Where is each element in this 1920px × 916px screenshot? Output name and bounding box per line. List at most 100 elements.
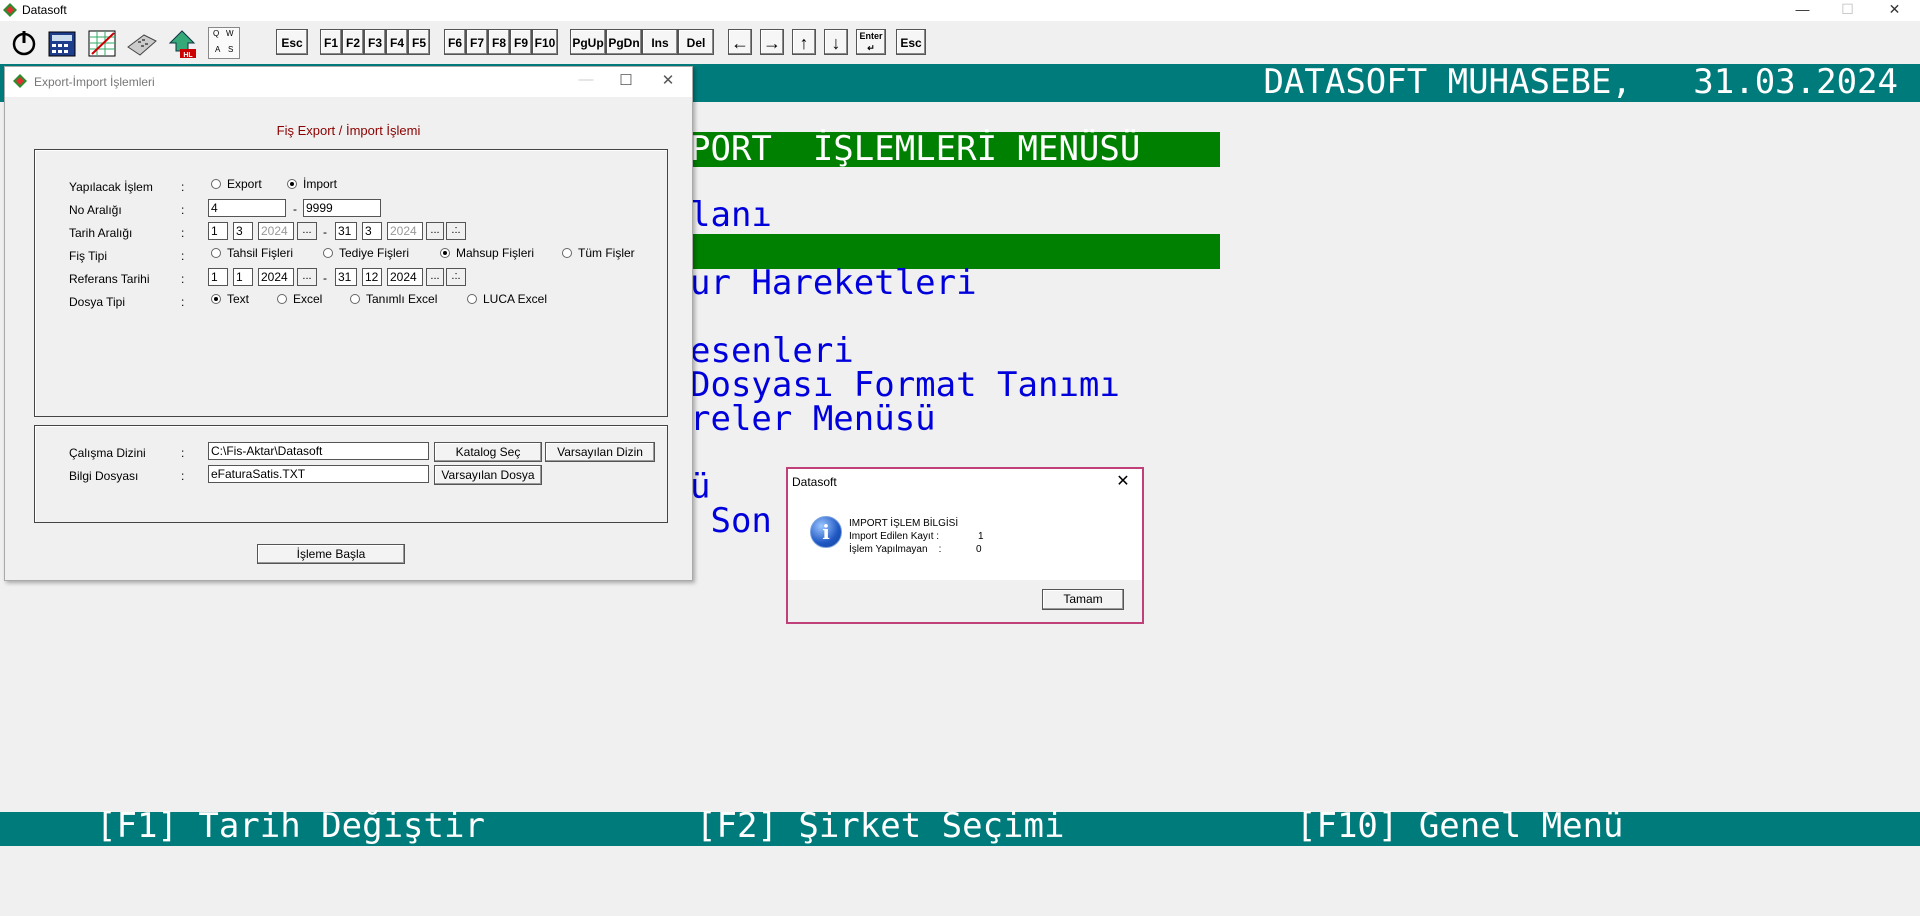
- dialog-body: [788, 495, 1142, 580]
- referans-from-month[interactable]: 1: [233, 268, 253, 286]
- bilgi-input[interactable]: eFaturaSatis.TXT: [208, 465, 429, 483]
- export-radio-label: Export: [227, 177, 262, 191]
- referans-from-year[interactable]: 2024: [258, 268, 294, 286]
- tum-fisler-radio[interactable]: [562, 248, 572, 258]
- maximize-button[interactable]: ☐: [1825, 0, 1870, 20]
- calculator-icon[interactable]: [46, 27, 78, 59]
- f7-key-button[interactable]: F7: [466, 29, 488, 55]
- menu-item[interactable]: Son: [690, 504, 771, 538]
- f4-key-button[interactable]: F4: [386, 29, 408, 55]
- tamam-button[interactable]: Tamam: [1042, 589, 1124, 610]
- isleme-basla-button[interactable]: İşleme Başla: [257, 544, 405, 564]
- no-to-input[interactable]: 9999: [303, 199, 381, 217]
- varsayilan-dizin-button[interactable]: Varsayılan Dizin: [545, 442, 655, 462]
- referans-to-day[interactable]: 31: [335, 268, 357, 286]
- range-dash: -: [293, 202, 297, 216]
- arrow-up-button[interactable]: ↑: [792, 29, 816, 55]
- tediye-radio[interactable]: [323, 248, 333, 258]
- export-radio[interactable]: [211, 179, 221, 189]
- menu-item[interactable]: reler Menüsü: [690, 402, 936, 436]
- minimize-button[interactable]: —: [1780, 0, 1825, 20]
- f6-key-button[interactable]: F6: [444, 29, 466, 55]
- tanimli-excel-radio[interactable]: [350, 294, 360, 304]
- f8-key-button[interactable]: F8: [488, 29, 510, 55]
- mahsup-radio-label: Mahsup Fişleri: [456, 246, 535, 260]
- esc2-key-button[interactable]: Esc: [896, 29, 926, 55]
- tarih-from-picker-button[interactable]: ...: [297, 222, 317, 240]
- varsayilan-dosya-button[interactable]: Varsayılan Dosya: [434, 465, 542, 485]
- pgup-key-button[interactable]: PgUp: [570, 29, 606, 55]
- pgdn-key-button[interactable]: PgDn: [606, 29, 642, 55]
- dialog-titlebar: Datasoft ✕: [788, 469, 1142, 495]
- mahsup-radio[interactable]: [440, 248, 450, 258]
- dizin-label: Çalışma Dizini: [69, 446, 146, 460]
- referans-calendar-button[interactable]: .:.: [446, 268, 466, 286]
- tarih-from-day[interactable]: 1: [208, 222, 228, 240]
- tediye-radio-label: Tediye Fişleri: [339, 246, 410, 260]
- arrow-right-button[interactable]: →: [760, 29, 784, 55]
- datasoft-logo-icon: [13, 74, 27, 88]
- colon: :: [181, 180, 185, 194]
- dialog-heading: IMPORT İŞLEM BİLGİSİ: [849, 518, 959, 529]
- referans-from-day[interactable]: 1: [208, 268, 228, 286]
- f9-key-button[interactable]: F9: [510, 29, 532, 55]
- tahsil-radio[interactable]: [211, 248, 221, 258]
- f1-key-button[interactable]: F1: [320, 29, 342, 55]
- arrow-down-button[interactable]: ↓: [824, 29, 848, 55]
- referans-from-picker-button[interactable]: ...: [297, 268, 317, 286]
- f3-key-button[interactable]: F3: [364, 29, 386, 55]
- dizin-input[interactable]: C:\Fis-Aktar\Datasoft: [208, 442, 429, 460]
- tarih-from-month[interactable]: 3: [233, 222, 253, 240]
- text-radio[interactable]: [211, 294, 221, 304]
- tarih-calendar-button[interactable]: .:.: [446, 222, 466, 240]
- export-import-window: Export-İmport İşlemleri — ☐ ✕ Fiş Export…: [4, 66, 693, 581]
- f5-key-button[interactable]: F5: [408, 29, 430, 55]
- referans-to-picker-button[interactable]: ...: [426, 268, 444, 286]
- export-minimize-button[interactable]: —: [571, 71, 601, 91]
- luca-excel-radio[interactable]: [467, 294, 477, 304]
- menu-item[interactable]: ü: [690, 470, 710, 504]
- f10-general-menu-hint[interactable]: [F10] Genel Menü: [1296, 806, 1624, 846]
- close-button[interactable]: ✕: [1872, 0, 1917, 20]
- excel-radio[interactable]: [277, 294, 287, 304]
- arrow-left-button[interactable]: ←: [728, 29, 752, 55]
- tum-fisler-radio-label: Tüm Fişler: [578, 246, 635, 260]
- del-key-button[interactable]: Del: [678, 29, 714, 55]
- katalog-sec-button[interactable]: Katalog Seç: [434, 442, 542, 462]
- qwas-keyboard-icon[interactable]: Q W A S: [208, 27, 240, 59]
- skipped-count-label: İşlem Yapılmayan :: [849, 544, 942, 555]
- colon: :: [181, 272, 185, 286]
- tarih-to-picker-button[interactable]: ...: [426, 222, 444, 240]
- referans-to-month[interactable]: 12: [362, 268, 382, 286]
- dialog-close-button[interactable]: ✕: [1110, 471, 1136, 493]
- f2-key-button[interactable]: F2: [342, 29, 364, 55]
- colon: :: [181, 446, 185, 460]
- esc-key-button[interactable]: Esc: [276, 29, 308, 55]
- import-radio[interactable]: [287, 179, 297, 189]
- f1-change-date-hint[interactable]: [F1] Tarih Değiştir: [96, 806, 485, 846]
- tarih-from-year[interactable]: 2024: [258, 222, 294, 240]
- tarih-to-month[interactable]: 3: [362, 222, 382, 240]
- spreadsheet-icon[interactable]: [86, 27, 118, 59]
- f10-key-button[interactable]: F10: [532, 29, 558, 55]
- hl-transfer-icon[interactable]: HL: [166, 27, 198, 59]
- menu-item[interactable]: Dosyası Format Tanımı: [690, 368, 1120, 402]
- enter-key-button[interactable]: Enter ↵: [856, 29, 886, 55]
- keyboard-icon[interactable]: [126, 27, 158, 59]
- menu-item[interactable]: ur Hareketleri: [690, 266, 977, 300]
- no-from-input[interactable]: 4: [208, 199, 286, 217]
- menu-item[interactable]: esenleri: [690, 334, 854, 368]
- import-radio-label: İmport: [303, 177, 338, 191]
- ins-key-button[interactable]: Ins: [642, 29, 678, 55]
- menu-item[interactable]: lanı: [690, 198, 772, 232]
- imported-count-value: 1: [978, 531, 984, 542]
- referans-to-year[interactable]: 2024: [387, 268, 423, 286]
- export-close-button[interactable]: ✕: [653, 71, 683, 91]
- tarih-to-year[interactable]: 2024: [387, 222, 423, 240]
- tarih-to-day[interactable]: 31: [335, 222, 357, 240]
- colon: :: [181, 226, 185, 240]
- power-icon[interactable]: [8, 27, 40, 59]
- f2-company-select-hint[interactable]: [F2] Şirket Seçimi: [696, 806, 1064, 846]
- bilgi-label: Bilgi Dosyası: [69, 469, 139, 483]
- export-maximize-button[interactable]: ☐: [611, 71, 641, 91]
